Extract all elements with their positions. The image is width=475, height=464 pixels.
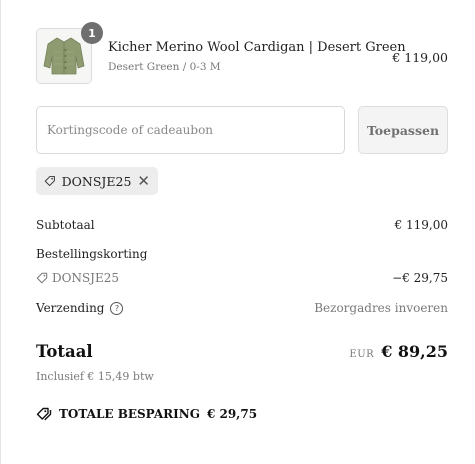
shipping-label: Verzending	[36, 301, 105, 315]
shipping-row: Verzending? Bezorgadres invoeren	[36, 301, 448, 315]
applied-code-label: DONSJE25	[61, 173, 132, 189]
order-discount-code: DONSJE25	[52, 271, 120, 285]
cart-line-item: 1 Kicher Merino Wool Cardigan | Desert G…	[36, 22, 448, 86]
order-discount-row: Bestellingskorting	[36, 247, 448, 261]
order-discount-code-row: DONSJE25 −€ 29,75	[36, 271, 448, 285]
tax-note: Inclusief € 15,49 btw	[36, 370, 154, 383]
help-icon[interactable]: ?	[110, 302, 124, 315]
apply-discount-button[interactable]: Toepassen	[358, 106, 448, 154]
total-savings: TOTALE BESPARING € 29,75	[36, 407, 257, 421]
total-label: Totaal	[36, 342, 93, 361]
quantity-badge: 1	[81, 22, 103, 44]
total-currency: EUR	[349, 349, 375, 360]
discount-code-input[interactable]	[36, 106, 345, 154]
product-name: Kicher Merino Wool Cardigan | Desert Gre…	[108, 40, 406, 55]
remove-discount-icon[interactable]: ✕	[137, 173, 150, 189]
subtotal-row: Subtotaal € 119,00	[36, 218, 448, 232]
tag-icon	[36, 272, 48, 284]
product-price: € 119,00	[392, 50, 448, 65]
total-amount: € 89,25	[381, 342, 448, 361]
order-discount-label: Bestellingskorting	[36, 247, 148, 261]
subtotal-value: € 119,00	[394, 218, 448, 232]
applied-discount-chip: DONSJE25 ✕	[36, 167, 158, 195]
subtotal-label: Subtotaal	[36, 218, 95, 232]
shipping-value: Bezorgadres invoeren	[314, 301, 448, 315]
product-thumbnail: 1	[36, 22, 103, 84]
savings-value: € 29,75	[206, 407, 258, 421]
total-amount-group: EUR € 89,25	[349, 342, 448, 361]
cardigan-image	[43, 37, 85, 75]
tags-icon	[36, 407, 52, 421]
order-discount-value: −€ 29,75	[392, 271, 448, 285]
savings-label: TOTALE BESPARING	[59, 407, 200, 421]
tag-icon	[44, 175, 55, 187]
panel-divider	[0, 0, 1, 464]
product-variant: Desert Green / 0-3 M	[108, 61, 221, 73]
